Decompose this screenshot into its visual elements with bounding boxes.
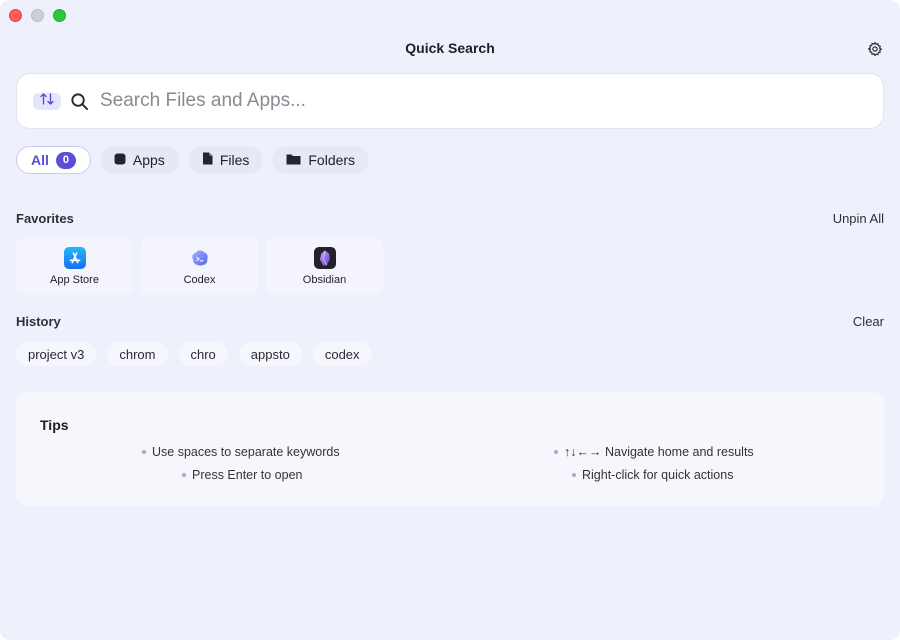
- tab-folders-label: Folders: [308, 152, 356, 168]
- tips-heading: Tips: [40, 417, 69, 433]
- tab-files[interactable]: Files: [187, 146, 264, 174]
- tip-text: ↑↓←→ Navigate home and results: [564, 445, 754, 459]
- history-item[interactable]: project v3: [16, 342, 97, 366]
- favorite-app-store[interactable]: App Store: [16, 238, 133, 294]
- tip-text: Right-click for quick actions: [582, 468, 734, 482]
- favorite-label: Codex: [183, 273, 216, 286]
- bullet-icon: [142, 450, 146, 454]
- history-list: project v3 chrom chro appsto codex: [16, 342, 372, 366]
- bullet-icon: [182, 473, 186, 477]
- bullet-icon: [572, 473, 576, 477]
- codex-icon: [189, 247, 211, 269]
- search-bar: [16, 73, 884, 129]
- favorite-obsidian[interactable]: Obsidian: [266, 238, 383, 294]
- obsidian-icon: [313, 246, 336, 269]
- close-window-button[interactable]: [9, 9, 22, 22]
- bullet-icon: [554, 450, 558, 454]
- window-title: Quick Search: [405, 40, 495, 56]
- favorites-heading: Favorites: [16, 211, 74, 226]
- tips-panel: Tips Use spaces to separate keywords Pre…: [16, 392, 884, 506]
- tip-item: Use spaces to separate keywords: [142, 445, 340, 459]
- tab-apps[interactable]: Apps: [99, 146, 179, 174]
- result-count-badge: 0: [55, 151, 76, 169]
- filter-tabs: All 0 Apps Files Folders: [16, 146, 370, 174]
- tab-all-label: All: [31, 152, 49, 168]
- apps-icon: [114, 152, 126, 168]
- folder-icon: [286, 152, 301, 168]
- search-input[interactable]: [100, 81, 883, 121]
- favorite-label: Obsidian: [302, 273, 347, 286]
- history-heading: History: [16, 314, 61, 329]
- tip-text: Use spaces to separate keywords: [152, 445, 340, 459]
- tip-item: ↑↓←→ Navigate home and results: [554, 445, 754, 459]
- tip-item: Right-click for quick actions: [572, 468, 733, 482]
- minimize-window-button[interactable]: [31, 9, 44, 22]
- tab-folders[interactable]: Folders: [272, 146, 370, 174]
- history-item[interactable]: chrom: [107, 342, 168, 366]
- window-controls: [9, 9, 66, 22]
- sort-toggle-button[interactable]: [33, 92, 61, 110]
- gear-icon[interactable]: [866, 40, 884, 58]
- file-icon: [202, 152, 213, 168]
- quick-search-window: Quick Search All 0: [0, 0, 900, 640]
- arrows-up-down-icon: [39, 92, 55, 110]
- tab-apps-label: Apps: [132, 152, 165, 168]
- app-store-icon: [63, 246, 86, 269]
- tab-files-label: Files: [219, 152, 250, 168]
- history-item[interactable]: chro: [178, 342, 228, 366]
- favorite-codex[interactable]: Codex: [141, 238, 258, 294]
- clear-history-button[interactable]: Clear: [853, 314, 884, 329]
- tip-item: Press Enter to open: [182, 468, 302, 482]
- unpin-all-button[interactable]: Unpin All: [833, 211, 884, 226]
- search-icon: [70, 91, 90, 111]
- favorites-list: App Store Codex Obsidian: [16, 238, 383, 294]
- history-item[interactable]: codex: [312, 342, 372, 366]
- tip-text: Press Enter to open: [192, 468, 303, 482]
- history-item[interactable]: appsto: [238, 342, 302, 366]
- favorite-label: App Store: [50, 273, 99, 286]
- maximize-window-button[interactable]: [53, 9, 66, 22]
- tab-all[interactable]: All 0: [16, 146, 91, 174]
